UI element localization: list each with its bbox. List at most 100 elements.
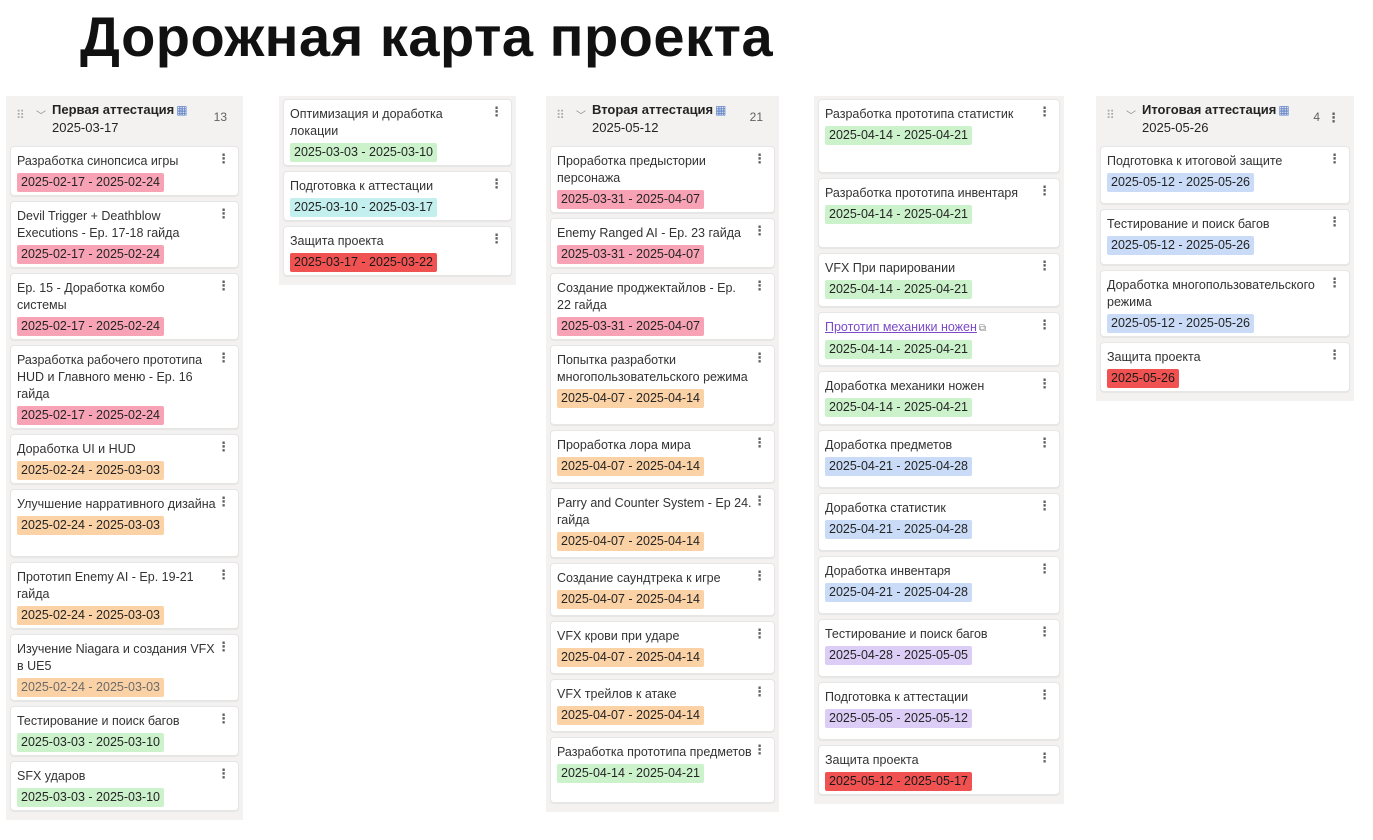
task-card[interactable]: Ep. 15 - Доработка комбо системы ⋮ 2025-02…	[10, 273, 239, 340]
task-card[interactable]: Доработка механики ножен ⋮ 2025-04-14 - 20…	[818, 371, 1060, 425]
task-card[interactable]: Доработка статистик ⋮ 2025-04-21 - 2025-04…	[818, 493, 1060, 551]
card-more-icon[interactable]: ⋮	[1038, 625, 1051, 639]
card-more-icon[interactable]: ⋮	[1328, 215, 1341, 229]
task-card[interactable]: VFX трейлов к атаке ⋮ 2025-04-07 - 2025-04…	[550, 679, 775, 732]
task-card[interactable]: Доработка предметов ⋮ 2025-04-21 - 2025-04…	[818, 430, 1060, 488]
card-more-icon[interactable]: ⋮	[753, 627, 766, 641]
drag-handle-icon[interactable]: ⠿	[16, 108, 25, 122]
drag-handle-icon[interactable]: ⠿	[1106, 108, 1115, 122]
card-more-icon[interactable]: ⋮	[753, 685, 766, 699]
task-title: Доработка механики ножен	[825, 379, 985, 393]
card-more-icon[interactable]: ⋮	[490, 232, 503, 246]
task-card[interactable]: Тестирование и поиск багов ⋮ 2025-05-12 - …	[1100, 209, 1350, 265]
card-more-icon[interactable]: ⋮	[490, 177, 503, 191]
card-more-icon[interactable]: ⋮	[1038, 105, 1051, 119]
task-card[interactable]: Подготовка к аттестации ⋮ 2025-03-10 - 202…	[283, 171, 512, 221]
task-card[interactable]: Защита проекта ⋮ 2025-05-26	[1100, 342, 1350, 392]
task-card[interactable]: Доработка инвентаря ⋮ 2025-04-21 - 2025-04…	[818, 556, 1060, 614]
column-date: 2025-03-17	[52, 120, 119, 135]
task-card[interactable]: Подготовка к итоговой защите ⋮ 2025-05-12 …	[1100, 146, 1350, 204]
card-more-icon[interactable]: ⋮	[1328, 152, 1341, 166]
task-title: VFX крови при ударе	[557, 629, 680, 643]
task-card[interactable]: VFX При парировании ⋮ 2025-04-14 - 2025-04…	[818, 253, 1060, 307]
date-range-badge: 2025-03-31 - 2025-04-07	[557, 317, 704, 336]
card-more-icon[interactable]: ⋮	[1038, 377, 1051, 391]
card-more-icon[interactable]: ⋮	[1038, 436, 1051, 450]
card-more-icon[interactable]: ⋮	[217, 279, 230, 293]
column-header: ⠿ ﹀ Вторая аттестация ▦ 2025-05-12 21	[550, 96, 775, 146]
task-card[interactable]: Доработка UI и HUD ⋮ 2025-02-24 - 2025-03-…	[10, 434, 239, 484]
card-more-icon[interactable]: ⋮	[1038, 751, 1051, 765]
card-more-icon[interactable]: ⋮	[1038, 688, 1051, 702]
card-more-icon[interactable]: ⋮	[753, 494, 766, 508]
card-more-icon[interactable]: ⋮	[753, 279, 766, 293]
task-card[interactable]: Создание саундтрека к игре ⋮ 2025-04-07 - …	[550, 563, 775, 616]
task-card[interactable]: Разработка прототипа статистик ⋮ 2025-04-1…	[818, 99, 1060, 173]
chevron-down-icon[interactable]: ﹀	[1126, 107, 1136, 122]
task-card[interactable]: Защита проекта ⋮ 2025-03-17 - 2025-03-22	[283, 226, 512, 276]
task-card[interactable]: Изучение Niagara и создания VFX в UE5 ⋮ 20…	[10, 634, 239, 701]
task-card[interactable]: Parry and Counter System - Ep 24. гайда ⋮…	[550, 488, 775, 558]
external-link-icon[interactable]: ⧉	[979, 323, 986, 334]
card-more-icon[interactable]: ⋮	[217, 712, 230, 726]
card-more-icon[interactable]: ⋮	[490, 105, 503, 119]
card-more-icon[interactable]: ⋮	[753, 743, 766, 757]
card-more-icon[interactable]: ⋮	[1328, 276, 1341, 290]
task-card[interactable]: Прототип механики ножен ⧉ ⋮ 2025-04-14 - 20…	[818, 312, 1060, 366]
card-more-icon[interactable]: ⋮	[1038, 259, 1051, 273]
card-more-icon[interactable]: ⋮	[753, 436, 766, 450]
task-card[interactable]: Прототип Enemy AI - Ep. 19-21 гайда ⋮ 2025…	[10, 562, 239, 629]
task-card[interactable]: Проработка предыстории персонажа ⋮ 2025-03…	[550, 146, 775, 213]
task-card[interactable]: VFX крови при ударе ⋮ 2025-04-07 - 2025-04…	[550, 621, 775, 674]
task-card[interactable]: Проработка лора мира ⋮ 2025-04-07 - 2025-0…	[550, 430, 775, 483]
card-more-icon[interactable]: ⋮	[217, 568, 230, 582]
date-range-badge: 2025-03-03 - 2025-03-10	[17, 788, 164, 807]
task-card[interactable]: Разработка прототипа инвентаря ⋮ 2025-04-1…	[818, 178, 1060, 248]
task-title: Прототип Enemy AI - Ep. 19-21 гайда	[17, 570, 194, 601]
card-more-icon[interactable]: ⋮	[217, 351, 230, 365]
date-range-badge: 2025-04-14 - 2025-04-21	[557, 764, 704, 783]
card-more-icon[interactable]: ⋮	[1038, 562, 1051, 576]
task-card[interactable]: Devil Trigger + Deathblow Executions - E…	[10, 201, 239, 268]
card-more-icon[interactable]: ⋮	[753, 569, 766, 583]
column-more-icon[interactable]: ⋮	[1327, 110, 1340, 126]
card-more-icon[interactable]: ⋮	[753, 224, 766, 238]
drag-handle-icon[interactable]: ⠿	[556, 108, 565, 122]
card-more-icon[interactable]: ⋮	[217, 640, 230, 654]
card-more-icon[interactable]: ⋮	[753, 152, 766, 166]
task-card[interactable]: Enemy Ranged AI - Ep. 23 гайда ⋮ 2025-03-3…	[550, 218, 775, 268]
task-card[interactable]: Доработка многопользовательского режима ⋮…	[1100, 270, 1350, 337]
card-more-icon[interactable]: ⋮	[753, 351, 766, 365]
task-card[interactable]: Оптимизация и доработка локации ⋮ 2025-03-…	[283, 99, 512, 166]
calendar-icon: ▦	[176, 103, 188, 117]
task-card[interactable]: Разработка рабочего прототипа HUD и Глав…	[10, 345, 239, 429]
card-more-icon[interactable]: ⋮	[217, 767, 230, 781]
task-card[interactable]: Разработка прототипа предметов ⋮ 2025-04-1…	[550, 737, 775, 803]
task-card[interactable]: Разработка синопсиса игры ⋮ 2025-02-17 - 2…	[10, 146, 239, 196]
task-card[interactable]: Создание проджектайлов - Ep. 22 гайда ⋮ 20…	[550, 273, 775, 340]
card-more-icon[interactable]: ⋮	[217, 152, 230, 166]
task-card[interactable]: Улучшение нарративного дизайна ⋮ 2025-02-2…	[10, 489, 239, 557]
task-card[interactable]: Защита проекта ⋮ 2025-05-12 - 2025-05-17	[818, 745, 1060, 795]
task-card[interactable]: Подготовка к аттестации ⋮ 2025-05-05 - 202…	[818, 682, 1060, 740]
task-card[interactable]: SFX ударов ⋮ 2025-03-03 - 2025-03-10	[10, 761, 239, 811]
task-card[interactable]: Попытка разработки многопользовательског…	[550, 345, 775, 425]
date-range-badge: 2025-04-14 - 2025-04-21	[825, 205, 972, 224]
card-more-icon[interactable]: ⋮	[1038, 499, 1051, 513]
task-card[interactable]: Тестирование и поиск багов ⋮ 2025-03-03 - …	[10, 706, 239, 756]
card-more-icon[interactable]: ⋮	[217, 495, 230, 509]
board-column-c3: ⠿ ﹀ Вторая аттестация ▦ 2025-05-12 21 Проработ…	[546, 96, 779, 812]
card-more-icon[interactable]: ⋮	[1328, 348, 1341, 362]
task-title: Защита проекта	[1107, 350, 1201, 364]
date-range-badge: 2025-05-12 - 2025-05-26	[1107, 236, 1254, 255]
card-more-icon[interactable]: ⋮	[1038, 184, 1051, 198]
date-range-badge: 2025-05-12 - 2025-05-17	[825, 772, 972, 791]
task-card[interactable]: Тестирование и поиск багов ⋮ 2025-04-28 - …	[818, 619, 1060, 677]
chevron-down-icon[interactable]: ﹀	[36, 107, 46, 122]
chevron-down-icon[interactable]: ﹀	[576, 107, 586, 122]
card-more-icon[interactable]: ⋮	[1038, 318, 1051, 332]
card-more-icon[interactable]: ⋮	[217, 207, 230, 221]
date-range-badge: 2025-03-10 - 2025-03-17	[290, 198, 437, 217]
task-title-link[interactable]: Прототип механики ножен	[825, 320, 977, 334]
card-more-icon[interactable]: ⋮	[217, 440, 230, 454]
